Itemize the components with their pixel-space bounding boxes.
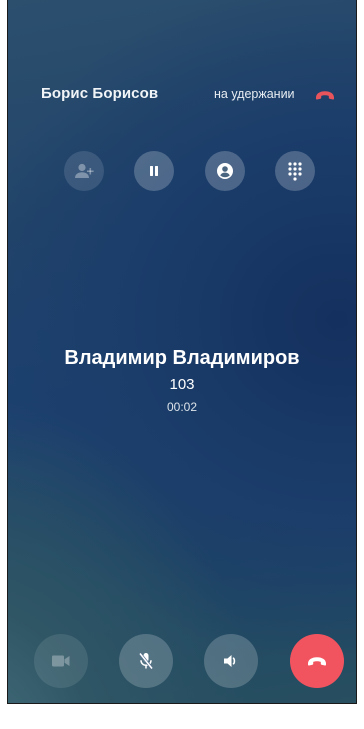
- held-call-name: Борис Борисов: [41, 85, 159, 102]
- contact-button[interactable]: [205, 151, 245, 191]
- held-call-status: на удержании: [214, 87, 295, 101]
- video-camera-icon: [51, 654, 71, 668]
- account-circle-icon: [216, 162, 234, 180]
- frame-border-right: [356, 0, 357, 704]
- microphone-off-icon: [137, 651, 155, 671]
- hold-button[interactable]: [134, 151, 174, 191]
- person-add-icon: [73, 162, 95, 180]
- pause-icon: [147, 164, 161, 178]
- caller-number: 103: [169, 376, 195, 393]
- frame-border-bottom: [8, 703, 356, 704]
- add-participant-button[interactable]: [64, 151, 104, 191]
- video-button[interactable]: [34, 634, 88, 688]
- dialpad-icon: [287, 161, 303, 181]
- call-screen: Борис Борисов на удержании Владимир Влад…: [8, 0, 356, 703]
- top-action-bar: [8, 151, 356, 191]
- held-call-row: Борис Борисов на удержании: [8, 82, 356, 108]
- caller-name: Владимир Владимиров: [64, 347, 300, 369]
- hangup-button[interactable]: [290, 634, 344, 688]
- call-duration: 00:02: [166, 400, 198, 414]
- speaker-button[interactable]: [204, 634, 258, 688]
- phone-hangup-icon: [314, 88, 336, 102]
- active-call-info: Владимир Владимиров 103 00:02: [8, 345, 356, 415]
- speaker-icon: [222, 653, 240, 669]
- dialpad-button[interactable]: [275, 151, 315, 191]
- held-call-hangup-button[interactable]: [314, 88, 336, 102]
- phone-hangup-icon: [305, 654, 329, 668]
- mute-button[interactable]: [119, 634, 173, 688]
- bottom-action-bar: [8, 634, 356, 688]
